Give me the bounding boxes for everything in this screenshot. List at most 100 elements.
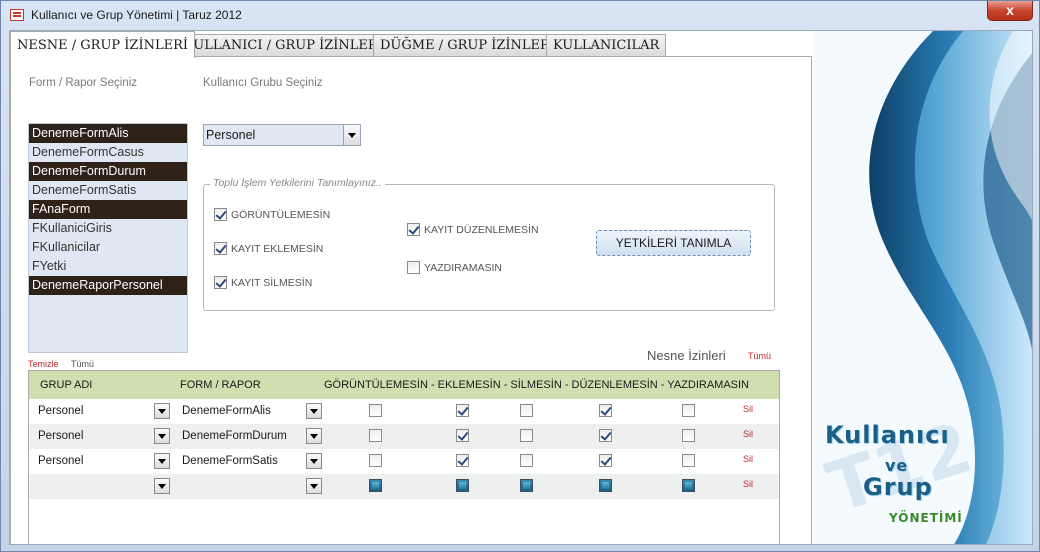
group-select-label: Kullanıcı Grubu Seçiniz: [203, 77, 323, 89]
window-title: Kullanıcı ve Grup Yönetimi | Taruz 2012: [31, 8, 242, 22]
permission-checkbox[interactable]: [369, 454, 382, 467]
kayit-eklemesin-option[interactable]: KAYIT EKLEMESİN: [214, 242, 323, 255]
form-dropdown-button[interactable]: [306, 478, 322, 494]
delete-row-link[interactable]: Sil: [743, 479, 753, 489]
group-select-value: Personel: [206, 128, 256, 142]
permission-checkbox[interactable]: [682, 404, 695, 417]
kayit-silmesin-option[interactable]: KAYIT SİLMESİN: [214, 276, 312, 289]
tab-kullanicilar[interactable]: KULLANICILAR: [546, 34, 667, 57]
tab-nesne-grup-izinleri[interactable]: NESNE / GRUP İZİNLERİ: [10, 31, 196, 58]
wave-illustration: T12: [813, 31, 1032, 544]
form-list-item[interactable]: DenemeFormSatis: [29, 181, 187, 200]
grid-header: GRUP ADI FORM / RAPOR GÖRÜNTÜLEMESİN - E…: [29, 371, 779, 399]
form-list-item[interactable]: FKullanicilar: [29, 238, 187, 257]
form-dropdown-button[interactable]: [306, 403, 322, 419]
tab-dugme-grup-izinleri[interactable]: DÜĞME / GRUP İZİNLERİ: [373, 34, 562, 57]
close-icon: x: [1006, 2, 1014, 18]
form-list-item[interactable]: DenemeFormAlis: [29, 124, 187, 143]
permission-checkbox[interactable]: [456, 404, 469, 417]
permission-checkbox[interactable]: [682, 454, 695, 467]
flags-column-header: GÖRÜNTÜLEMESİN - EKLEMESİN - SİLMESİN - …: [324, 379, 749, 391]
permission-checkbox[interactable]: [520, 479, 533, 492]
form-cell[interactable]: DenemeFormSatis: [182, 455, 278, 467]
chevron-down-icon: [158, 409, 166, 414]
yazdiramasin-label: YAZDIRAMASIN: [424, 261, 502, 274]
yazdiramasin-checkbox[interactable]: [407, 261, 420, 274]
kayit-duzenlemesin-checkbox[interactable]: [407, 223, 420, 236]
permission-checkbox[interactable]: [520, 404, 533, 417]
permission-checkbox[interactable]: [682, 479, 695, 492]
form-cell[interactable]: DenemeFormDurum: [182, 430, 287, 442]
form-dropdown-button[interactable]: [306, 453, 322, 469]
table-row: Personel DenemeFormAlis Sil: [29, 399, 779, 424]
group-dropdown-button[interactable]: [154, 428, 170, 444]
select-all-forms-link[interactable]: Tümü: [71, 359, 94, 369]
chevron-down-icon: [310, 434, 318, 439]
permission-checkbox[interactable]: [369, 479, 382, 492]
permission-checkbox[interactable]: [599, 479, 612, 492]
form-dropdown-button[interactable]: [306, 428, 322, 444]
define-permissions-button[interactable]: YETKİLERİ TANIMLA: [596, 230, 751, 256]
clear-link[interactable]: Temizle: [28, 359, 59, 369]
chevron-down-icon: [158, 459, 166, 464]
close-button[interactable]: x: [987, 1, 1033, 21]
permission-checkbox[interactable]: [682, 429, 695, 442]
delete-row-link[interactable]: Sil: [743, 429, 753, 439]
kayit-silmesin-checkbox[interactable]: [214, 276, 227, 289]
permission-checkbox[interactable]: [599, 454, 612, 467]
group-dropdown-button[interactable]: [154, 478, 170, 494]
form-list-label: Form / Rapor Seçiniz: [29, 77, 138, 89]
chevron-down-icon: [158, 484, 166, 489]
table-row: Personel DenemeFormDurum Sil: [29, 424, 779, 449]
group-cell[interactable]: Personel: [38, 455, 83, 467]
group-column-header: GRUP ADI: [40, 379, 93, 391]
permission-checkbox[interactable]: [369, 404, 382, 417]
permission-checkbox[interactable]: [520, 429, 533, 442]
client-area: NESNE / GRUP İZİNLERİ KULLANICI / GRUP İ…: [9, 30, 1033, 545]
delete-row-link[interactable]: Sil: [743, 454, 753, 464]
delete-row-link[interactable]: Sil: [743, 404, 753, 414]
form-cell[interactable]: DenemeFormAlis: [182, 405, 271, 417]
kayit-duzenlemesin-label: KAYIT DÜZENLEMESİN: [424, 223, 539, 236]
group-cell[interactable]: Personel: [38, 405, 83, 417]
permission-checkbox[interactable]: [456, 454, 469, 467]
app-window: Kullanıcı ve Grup Yönetimi | Taruz 2012 …: [0, 0, 1040, 552]
form-list-item[interactable]: FKullaniciGiris: [29, 219, 187, 238]
form-list-item[interactable]: FYetki: [29, 257, 187, 276]
form-column-header: FORM / RAPOR: [180, 379, 261, 391]
form-list-item[interactable]: FAnaForm: [29, 200, 187, 219]
permission-checkbox[interactable]: [456, 479, 469, 492]
chevron-down-icon: [158, 434, 166, 439]
form-list-item[interactable]: DenemeFormCasus: [29, 143, 187, 162]
permission-checkbox[interactable]: [456, 429, 469, 442]
kayit-duzenlemesin-option[interactable]: KAYIT DÜZENLEMESİN: [407, 223, 539, 236]
tab-panel: Form / Rapor Seçiniz Kullanıcı Grubu Seç…: [10, 56, 812, 544]
form-list-item[interactable]: DenemeRaporPersonel: [29, 276, 187, 295]
goruntulemesin-option[interactable]: GÖRÜNTÜLEMESİN: [214, 208, 330, 221]
dropdown-button[interactable]: [343, 125, 360, 145]
goruntulemesin-checkbox[interactable]: [214, 208, 227, 221]
table-row: Personel DenemeFormSatis Sil: [29, 449, 779, 474]
tab-kullanici-grup-izinleri[interactable]: KULLANICI / GRUP İZİNLERİ: [177, 34, 390, 57]
permission-checkbox[interactable]: [599, 429, 612, 442]
form-list[interactable]: DenemeFormAlis DenemeFormCasus DenemeFormD…: [28, 123, 188, 353]
permission-checkbox[interactable]: [520, 454, 533, 467]
group-dropdown-button[interactable]: [154, 453, 170, 469]
logo-line-yonetimi: YÖNETİMİ: [889, 511, 963, 525]
table-row: Sil: [29, 474, 779, 499]
chevron-down-icon: [310, 484, 318, 489]
group-cell[interactable]: Personel: [38, 430, 83, 442]
select-all-permissions-link[interactable]: Tümü: [748, 351, 771, 361]
kayit-silmesin-label: KAYIT SİLMESİN: [231, 276, 313, 289]
group-dropdown-button[interactable]: [154, 403, 170, 419]
permission-checkbox[interactable]: [369, 429, 382, 442]
decorative-artwork: T12 Kullanıcı ve Grup YÖNETİMİ: [813, 31, 1032, 544]
permission-checkbox[interactable]: [599, 404, 612, 417]
permissions-grid: GRUP ADI FORM / RAPOR GÖRÜNTÜLEMESİN - E…: [28, 370, 780, 544]
kayit-eklemesin-checkbox[interactable]: [214, 242, 227, 255]
group-select[interactable]: Personel: [203, 124, 361, 146]
form-list-item[interactable]: DenemeFormDurum: [29, 162, 187, 181]
yazdiramasin-option[interactable]: YAZDIRAMASIN: [407, 261, 502, 274]
kayit-eklemesin-label: KAYIT EKLEMESİN: [231, 242, 324, 255]
chevron-down-icon: [310, 459, 318, 464]
